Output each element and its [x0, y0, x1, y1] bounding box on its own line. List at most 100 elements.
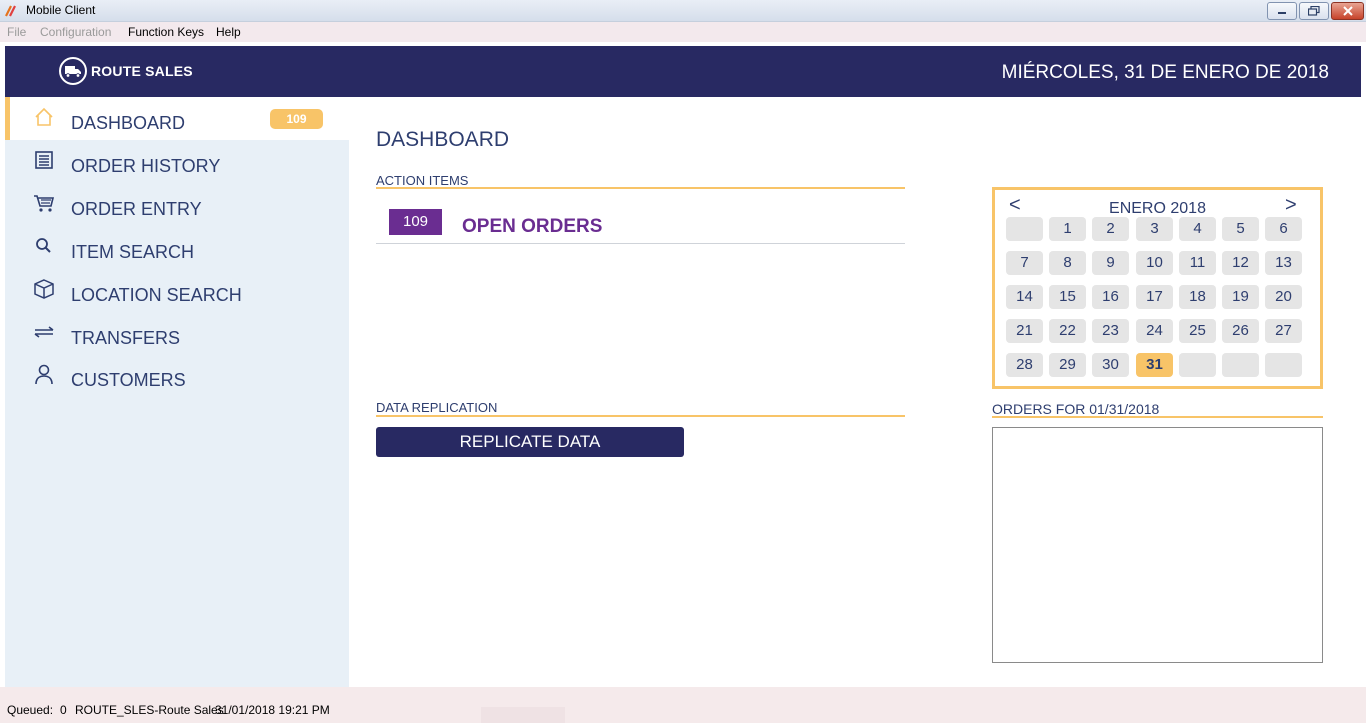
- sidebar-item-item-search[interactable]: ITEM SEARCH: [5, 226, 349, 269]
- menu-bar: File Configuration Function Keys Help: [0, 22, 1366, 42]
- calendar-day[interactable]: 23: [1092, 319, 1129, 343]
- page-title: DASHBOARD: [376, 128, 510, 151]
- sidebar-item-order-entry[interactable]: ORDER ENTRY: [5, 183, 349, 226]
- calendar-day[interactable]: 6: [1265, 217, 1302, 241]
- box-icon: [34, 279, 54, 299]
- sidebar-item-transfers[interactable]: TRANSFERS: [5, 312, 349, 355]
- open-orders-label[interactable]: OPEN ORDERS: [462, 216, 602, 238]
- calendar-month-label: ENERO 2018: [1109, 200, 1206, 217]
- restore-button[interactable]: [1299, 2, 1329, 20]
- calendar-day[interactable]: 12: [1222, 251, 1259, 275]
- status-bar: Queued: 0 ROUTE_SLES-Route Sales 31/01/2…: [0, 687, 1366, 723]
- route-name: ROUTE_SLES-Route Sales: [75, 703, 224, 717]
- home-icon: [35, 107, 53, 126]
- status-panel: [481, 707, 565, 723]
- calendar-day[interactable]: 27: [1265, 319, 1302, 343]
- restore-icon: [1308, 6, 1320, 16]
- calendar-day[interactable]: 28: [1006, 353, 1043, 377]
- orders-divider: [992, 416, 1323, 418]
- route-sales-logo: ROUTE SALES: [59, 57, 193, 85]
- calendar-day[interactable]: 15: [1049, 285, 1086, 309]
- queued-label: Queued:: [7, 703, 54, 717]
- menu-help[interactable]: Help: [216, 25, 241, 39]
- minimize-icon: [1278, 12, 1286, 14]
- calendar-day[interactable]: 21: [1006, 319, 1043, 343]
- calendar-day[interactable]: 24: [1136, 319, 1173, 343]
- menu-configuration[interactable]: Configuration: [40, 25, 111, 39]
- calendar-day[interactable]: 8: [1049, 251, 1086, 275]
- calendar-day[interactable]: 11: [1179, 251, 1216, 275]
- list-icon: [35, 151, 53, 169]
- close-icon: [1342, 6, 1353, 16]
- calendar-day[interactable]: 5: [1222, 217, 1259, 241]
- main-content: DASHBOARD ACTION ITEMS 109 OPEN ORDERS D…: [349, 97, 1361, 687]
- calendar-day[interactable]: 20: [1265, 285, 1302, 309]
- calendar-empty-cell: [1179, 353, 1216, 377]
- sidebar-item-label: LOCATION SEARCH: [71, 285, 242, 305]
- app-logo-icon: [5, 5, 16, 17]
- close-button[interactable]: [1331, 2, 1364, 20]
- calendar-day[interactable]: 7: [1006, 251, 1043, 275]
- action-items-heading: ACTION ITEMS: [376, 173, 469, 188]
- header-date: MIÉRCOLES, 31 DE ENERO DE 2018: [1001, 62, 1329, 83]
- calendar-next-button[interactable]: >: [1285, 194, 1297, 217]
- data-replication-heading: DATA REPLICATION: [376, 400, 498, 415]
- sidebar-item-customers[interactable]: CUSTOMERS: [5, 354, 349, 397]
- calendar-day[interactable]: 3: [1136, 217, 1173, 241]
- calendar-day[interactable]: 17: [1136, 285, 1173, 309]
- calendar-empty-cell: [1222, 353, 1259, 377]
- calendar-empty-cell: [1265, 353, 1302, 377]
- calendar-day[interactable]: 30: [1092, 353, 1129, 377]
- sidebar-item-label: TRANSFERS: [71, 328, 181, 348]
- menu-function-keys[interactable]: Function Keys: [128, 25, 204, 39]
- data-replication-divider: [376, 415, 905, 417]
- window-title: Mobile Client: [26, 3, 96, 17]
- calendar-empty-cell: [1006, 217, 1043, 241]
- calendar-day[interactable]: 19: [1222, 285, 1259, 309]
- calendar-day[interactable]: 18: [1179, 285, 1216, 309]
- calendar-day[interactable]: 25: [1179, 319, 1216, 343]
- calendar: < ENERO 2018 > 1 2 3 4 5 6 7 8 9 10 11 12 13 14 15 16 17…: [992, 187, 1323, 389]
- open-orders-count: 109: [389, 209, 442, 235]
- replicate-data-button[interactable]: REPLICATE DATA: [376, 427, 684, 457]
- orders-for-date-label: ORDERS FOR 01/31/2018: [992, 401, 1160, 417]
- menu-file[interactable]: File: [7, 25, 26, 39]
- status-datetime: 31/01/2018 19:21 PM: [215, 703, 330, 717]
- open-orders-divider: [376, 243, 905, 244]
- sidebar-item-label: CUSTOMERS: [71, 370, 186, 390]
- sidebar-item-label: ITEM SEARCH: [71, 242, 195, 262]
- calendar-day[interactable]: 14: [1006, 285, 1043, 309]
- sidebar-item-order-history[interactable]: ORDER HISTORY: [5, 140, 349, 183]
- logo-text: ROUTE SALES: [91, 63, 193, 79]
- calendar-day[interactable]: 2: [1092, 217, 1129, 241]
- calendar-day[interactable]: 9: [1092, 251, 1129, 275]
- orders-list[interactable]: [992, 427, 1323, 663]
- calendar-day[interactable]: 1: [1049, 217, 1086, 241]
- queued-count: 0: [60, 703, 67, 717]
- user-icon: [35, 364, 53, 385]
- transfer-arrows-icon: [34, 326, 54, 338]
- truck-icon: [59, 57, 87, 85]
- dashboard-count-badge: 109: [270, 109, 323, 129]
- search-icon: [36, 238, 51, 253]
- calendar-day[interactable]: 22: [1049, 319, 1086, 343]
- calendar-day[interactable]: 4: [1179, 217, 1216, 241]
- app-window: Mobile Client File Configuration Functio…: [0, 0, 1366, 723]
- sidebar-item-dashboard[interactable]: DASHBOARD 109: [5, 97, 349, 140]
- calendar-day[interactable]: 16: [1092, 285, 1129, 309]
- calendar-day[interactable]: 29: [1049, 353, 1086, 377]
- minimize-button[interactable]: [1267, 2, 1297, 20]
- app-header: ROUTE SALES MIÉRCOLES, 31 DE ENERO DE 20…: [5, 46, 1361, 97]
- sidebar-item-location-search[interactable]: LOCATION SEARCH: [5, 269, 349, 312]
- calendar-day[interactable]: 26: [1222, 319, 1259, 343]
- action-items-divider: [376, 187, 905, 189]
- sidebar-item-label: DASHBOARD: [71, 113, 186, 133]
- calendar-day[interactable]: 31: [1136, 353, 1173, 377]
- calendar-day[interactable]: 13: [1265, 251, 1302, 275]
- sidebar-item-label: ORDER HISTORY: [71, 156, 221, 176]
- title-bar: Mobile Client: [0, 0, 1366, 22]
- calendar-day[interactable]: 10: [1136, 251, 1173, 275]
- cart-icon: [34, 195, 55, 212]
- sidebar-nav: DASHBOARD 109 ORDER HISTORY ORDER ENTRY: [5, 97, 349, 687]
- sidebar-item-label: ORDER ENTRY: [71, 199, 202, 219]
